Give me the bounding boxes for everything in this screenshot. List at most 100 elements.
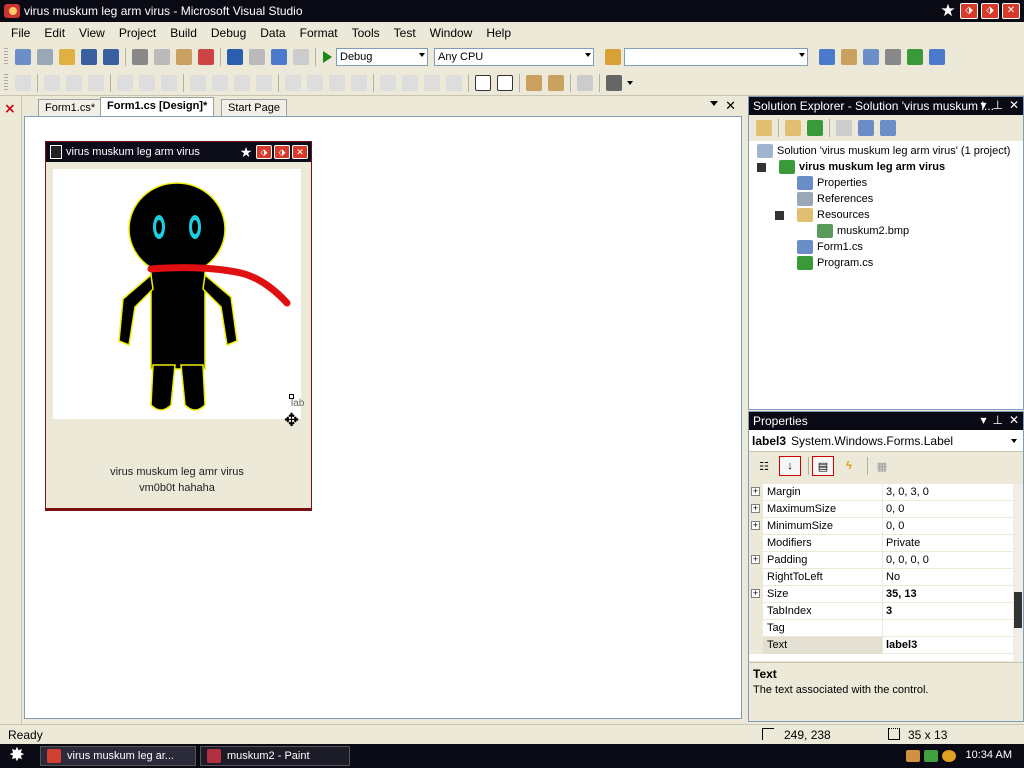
picture-box[interactable] — [53, 169, 301, 419]
pin-icon[interactable]: ⊥ — [992, 98, 1002, 112]
close-button[interactable]: ✕ — [1002, 3, 1020, 19]
tree-item-form1-cs[interactable]: Form1.cs — [797, 239, 863, 255]
refresh-icon[interactable] — [807, 120, 823, 136]
star-icon[interactable]: ★ — [939, 2, 957, 20]
make-same-size-icon[interactable] — [256, 74, 272, 91]
clock[interactable]: 10:34 AM — [966, 749, 1012, 761]
menu-window[interactable]: Window — [423, 26, 480, 40]
categorized-icon[interactable]: ☷ — [753, 456, 775, 476]
chevron-down-icon[interactable] — [627, 80, 633, 85]
property-value[interactable]: 35, 13 — [883, 588, 917, 600]
copy-icon[interactable] — [154, 49, 170, 65]
menu-file[interactable]: File — [4, 26, 37, 40]
horizontal-spacing-icon[interactable] — [285, 74, 301, 91]
tray-network-icon[interactable] — [924, 750, 938, 762]
tray-app-icon[interactable] — [906, 750, 920, 762]
make-same-width-icon[interactable] — [190, 74, 206, 91]
increase-vertical-spacing-icon[interactable] — [402, 74, 418, 91]
tray-search-icon[interactable] — [942, 750, 956, 762]
align-tops-icon[interactable] — [117, 74, 133, 91]
delete-icon[interactable] — [198, 49, 214, 65]
property-row-size[interactable]: + Size 35, 13 — [749, 585, 1013, 603]
navigate-forward-icon[interactable] — [293, 49, 309, 65]
remove-horizontal-spacing-icon[interactable] — [351, 74, 367, 91]
toolbar-grip[interactable] — [4, 48, 8, 66]
view-code-icon[interactable] — [836, 120, 852, 136]
maximize-button[interactable]: ⬗ — [981, 3, 999, 19]
properties-view-icon[interactable]: ▤ — [812, 456, 834, 476]
tab-start-page[interactable]: Start Page — [221, 99, 287, 116]
expand-icon[interactable]: + — [751, 503, 760, 513]
open-file-icon[interactable] — [59, 49, 75, 65]
center-horizontally-icon[interactable] — [475, 74, 491, 91]
view-class-diagram-icon[interactable] — [880, 120, 896, 136]
menu-format[interactable]: Format — [293, 26, 345, 40]
align-middles-icon[interactable] — [139, 74, 155, 91]
scrollbar-thumb[interactable] — [1014, 592, 1022, 628]
events-lightning-icon[interactable]: ϟ — [838, 456, 860, 476]
alphabetical-icon[interactable]: ↓ — [779, 456, 801, 476]
menu-project[interactable]: Project — [112, 26, 163, 40]
tree-item-references[interactable]: References — [797, 191, 873, 207]
property-row-margin[interactable]: + Margin 3, 0, 3, 0 — [749, 484, 1013, 501]
find-in-files-icon[interactable] — [605, 49, 621, 65]
toolbox-icon[interactable] — [885, 49, 901, 65]
tree-item-solution[interactable]: Solution 'virus muskum leg arm virus' (1… — [757, 143, 1010, 159]
property-row-minimumsize[interactable]: + MinimumSize 0, 0 — [749, 517, 1013, 535]
toolbox-tab-icon[interactable]: ⨯ — [4, 100, 16, 117]
menu-test[interactable]: Test — [387, 26, 423, 40]
form-text-label[interactable]: virus muskum leg amr virus vm0b0t hahaha — [46, 464, 308, 496]
collapse-icon[interactable] — [757, 163, 766, 172]
save-icon[interactable] — [81, 49, 97, 65]
toolbar-grip[interactable] — [4, 73, 8, 92]
property-row-modifiers[interactable]: Modifiers Private — [749, 534, 1013, 552]
center-vertically-icon[interactable] — [497, 74, 513, 91]
properties-icon[interactable] — [756, 120, 772, 136]
expand-icon[interactable]: + — [751, 520, 760, 530]
properties-window-icon[interactable] — [841, 49, 857, 65]
property-value[interactable]: 0, 0 — [883, 503, 904, 515]
menu-edit[interactable]: Edit — [37, 26, 72, 40]
pane-dropdown-icon[interactable]: ▾ — [980, 98, 986, 112]
solution-platform-combo[interactable]: Any CPU — [434, 48, 594, 66]
property-row-maximumsize[interactable]: + MaximumSize 0, 0 — [749, 500, 1013, 518]
taskbar-item-paint[interactable]: muskum2 - Paint — [200, 746, 350, 766]
vertical-spacing-icon[interactable] — [380, 74, 396, 91]
property-value[interactable]: 0, 0 — [883, 520, 904, 532]
tree-item-resources[interactable]: Resources — [797, 207, 870, 223]
align-lefts-icon[interactable] — [44, 74, 60, 91]
expand-icon[interactable]: + — [751, 588, 760, 598]
close-icon[interactable]: ✕ — [1009, 98, 1019, 112]
menu-tools[interactable]: Tools — [345, 26, 387, 40]
property-row-tabindex[interactable]: TabIndex 3 — [749, 602, 1013, 620]
move-icon[interactable]: ✥ — [284, 410, 304, 430]
expand-icon[interactable]: + — [751, 554, 760, 564]
close-icon[interactable]: ✕ — [1009, 413, 1019, 427]
minimize-button[interactable]: ⬗ — [960, 3, 978, 19]
tree-item-muskum2-bmp[interactable]: muskum2.bmp — [817, 223, 909, 239]
make-same-height-icon[interactable] — [234, 74, 250, 91]
property-row-padding[interactable]: + Padding 0, 0, 0, 0 — [749, 551, 1013, 569]
property-value[interactable]: Private — [883, 537, 920, 549]
show-all-files-icon[interactable] — [785, 120, 801, 136]
tab-order-icon[interactable] — [606, 74, 622, 91]
pin-icon[interactable]: ⊥ — [992, 413, 1002, 427]
decrease-vertical-spacing-icon[interactable] — [424, 74, 440, 91]
collapse-icon[interactable] — [775, 211, 784, 220]
form-designer-surface[interactable]: virus muskum leg arm virus ★ ⬗ ⬗ ✕ lab ✥… — [24, 116, 742, 719]
pane-dropdown-icon[interactable]: ▾ — [980, 413, 986, 427]
solution-configuration-combo[interactable]: Debug — [336, 48, 428, 66]
start-debugging-icon[interactable] — [323, 51, 332, 63]
property-row-text[interactable]: Text label3 — [749, 636, 1013, 654]
property-row-righttoleft[interactable]: RightToLeft No — [749, 568, 1013, 586]
menu-data[interactable]: Data — [253, 26, 292, 40]
redo-icon[interactable] — [249, 49, 265, 65]
bring-to-front-icon[interactable] — [526, 74, 542, 91]
add-item-icon[interactable] — [37, 49, 53, 65]
find-combo[interactable] — [624, 48, 808, 66]
start-page-icon[interactable] — [907, 49, 923, 65]
menu-build[interactable]: Build — [163, 26, 204, 40]
menu-help[interactable]: Help — [479, 26, 518, 40]
lock-controls-icon[interactable] — [577, 74, 593, 91]
property-pages-icon[interactable]: ▦ — [871, 456, 893, 476]
